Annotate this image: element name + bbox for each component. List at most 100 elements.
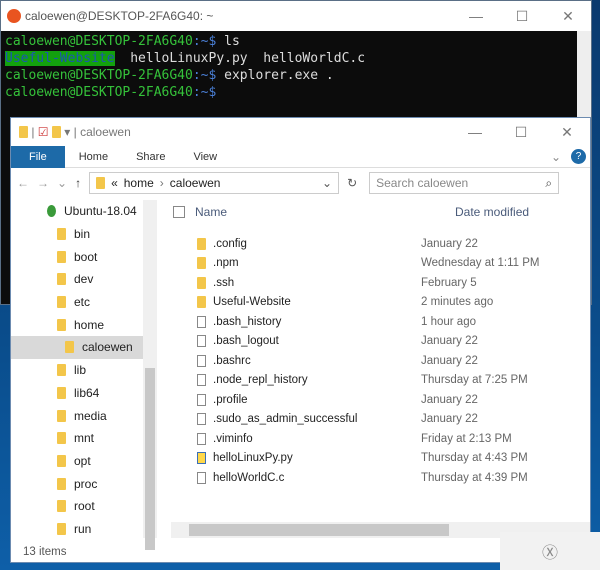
properties-icon[interactable]: ☑: [38, 125, 49, 139]
folder-icon: [57, 250, 66, 263]
folder-icon: [65, 341, 74, 354]
file-row[interactable]: helloWorldC.c Thursday at 4:39 PM: [171, 468, 590, 488]
sidebar-label: root: [74, 499, 95, 514]
sidebar-item[interactable]: lib: [11, 359, 143, 382]
minimize-button[interactable]: —: [452, 124, 498, 141]
file-date: January 22: [421, 237, 478, 250]
file-row[interactable]: .profile January 22: [171, 390, 590, 410]
maximize-button[interactable]: ☐: [498, 124, 544, 141]
sidebar-item[interactable]: Ubuntu-18.04: [11, 200, 143, 223]
sidebar-label: dev: [74, 272, 94, 287]
maximize-button[interactable]: ☐: [499, 8, 545, 25]
file-date: February 5: [421, 276, 477, 289]
folder-icon: [57, 386, 66, 399]
sidebar-label: home: [74, 317, 105, 332]
sidebar-label: mnt: [74, 431, 95, 446]
file-name: helloWorldC.c: [213, 471, 285, 484]
folder-icon: [197, 237, 206, 250]
sidebar-item[interactable]: run: [11, 518, 143, 541]
file-date: Friday at 2:13 PM: [421, 432, 512, 445]
file-row[interactable]: .ssh February 5: [171, 273, 590, 293]
prompt-path: :~$: [192, 68, 217, 83]
close-button[interactable]: ✕: [544, 124, 590, 141]
watermark-logo: Ⓧ: [500, 532, 600, 570]
new-folder-icon[interactable]: [51, 126, 61, 138]
file-row[interactable]: .node_repl_history Thursday at 7:25 PM: [171, 371, 590, 391]
file-row[interactable]: .config January 22: [171, 234, 590, 254]
sidebar-item[interactable]: proc: [11, 472, 143, 495]
tab-share[interactable]: Share: [122, 146, 179, 168]
sidebar-item[interactable]: boot: [11, 245, 143, 268]
back-icon[interactable]: ←: [17, 176, 29, 190]
close-button[interactable]: ✕: [545, 8, 591, 25]
forward-icon[interactable]: →: [37, 176, 49, 190]
terminal-titlebar: caloewen@DESKTOP-2FA6G40: ~ — ☐ ✕: [1, 1, 591, 31]
help-icon[interactable]: ?: [571, 149, 586, 164]
column-name[interactable]: Name: [195, 205, 455, 219]
sidebar-label: opt: [74, 453, 91, 468]
command: explorer.exe .: [216, 68, 334, 83]
select-all-checkbox[interactable]: [173, 206, 185, 218]
sidebar-item[interactable]: home: [11, 313, 143, 336]
file-row[interactable]: .sudo_as_admin_successful January 22: [171, 410, 590, 430]
sidebar-item[interactable]: bin: [11, 223, 143, 246]
address-dropdown-icon[interactable]: ⌄: [322, 176, 332, 190]
file-row[interactable]: .npm Wednesday at 1:11 PM: [171, 254, 590, 274]
quick-access-dropdown[interactable]: ▾: [64, 125, 70, 139]
sidebar-item[interactable]: dev: [11, 268, 143, 291]
sidebar-label: run: [74, 521, 92, 536]
sidebar-item[interactable]: media: [11, 404, 143, 427]
expand-ribbon-icon[interactable]: ⌄: [551, 150, 561, 164]
sidebar-item[interactable]: etc: [11, 291, 143, 314]
tab-view[interactable]: View: [179, 146, 231, 168]
file-row[interactable]: Useful-Website 2 minutes ago: [171, 293, 590, 313]
file-date: January 22: [421, 413, 478, 426]
sidebar-item[interactable]: caloewen: [11, 336, 143, 359]
ls-item: helloWorldC.c: [263, 51, 366, 66]
folder-icon: [57, 228, 66, 241]
terminal-line: caloewen@DESKTOP-2FA6G40:~$: [5, 84, 587, 101]
sidebar-scrollbar[interactable]: [143, 200, 157, 550]
column-date-modified[interactable]: Date modified: [455, 205, 529, 219]
breadcrumb-caloewen[interactable]: caloewen: [170, 176, 221, 190]
file-name: .config: [213, 237, 247, 250]
terminal-line: Useful-Website helloLinuxPy.py helloWorl…: [5, 50, 587, 67]
address-bar[interactable]: « home › caloewen ⌄: [89, 172, 340, 194]
explorer-titlebar: | ☑ ▾ | caloewen — ☐ ✕: [11, 118, 590, 146]
file-name: .sudo_as_admin_successful: [213, 413, 358, 426]
sidebar-item[interactable]: opt: [11, 450, 143, 473]
file-row[interactable]: .viminfo Friday at 2:13 PM: [171, 429, 590, 449]
sidebar-item[interactable]: lib64: [11, 382, 143, 405]
file-name: .bash_logout: [213, 335, 279, 348]
search-icon: ⌕: [545, 175, 553, 190]
breadcrumb-home[interactable]: home: [124, 176, 154, 190]
file-row[interactable]: .bash_logout January 22: [171, 332, 590, 352]
refresh-icon[interactable]: ↻: [347, 176, 357, 190]
file-name: Useful-Website: [213, 296, 291, 309]
ribbon-tabs: File Home Share View ⌄ ?: [11, 145, 590, 168]
folder-icon: [57, 296, 66, 309]
search-input[interactable]: Search caloewen ⌕: [369, 172, 560, 194]
file-date: January 22: [421, 354, 478, 367]
sidebar-item[interactable]: mnt: [11, 427, 143, 450]
folder-icon: [197, 276, 206, 289]
file-date: January 22: [421, 335, 478, 348]
explorer-window[interactable]: | ☑ ▾ | caloewen — ☐ ✕ File Home Share Vie…: [10, 117, 591, 563]
tab-file[interactable]: File: [11, 145, 65, 168]
terminal-line: caloewen@DESKTOP-2FA6G40:~$ ls: [5, 33, 587, 50]
up-icon[interactable]: ↑: [75, 176, 81, 190]
prompt-user: caloewen@DESKTOP-2FA6G40: [5, 68, 193, 83]
file-row[interactable]: helloLinuxPy.py Thursday at 4:43 PM: [171, 449, 590, 469]
terminal-output[interactable]: caloewen@DESKTOP-2FA6G40:~$ ls Useful-We…: [1, 31, 591, 103]
file-date: 2 minutes ago: [421, 296, 494, 309]
file-row[interactable]: .bash_history 1 hour ago: [171, 312, 590, 332]
recent-dropdown-icon[interactable]: ⌄: [57, 176, 67, 190]
tab-home[interactable]: Home: [65, 146, 122, 168]
breadcrumb-overflow[interactable]: «: [111, 176, 118, 190]
minimize-button[interactable]: —: [453, 8, 499, 25]
file-icon: [197, 335, 206, 348]
folder-icon: [19, 126, 28, 138]
sidebar-item[interactable]: root: [11, 495, 143, 518]
ls-item: Useful-Website: [5, 51, 115, 66]
file-row[interactable]: .bashrc January 22: [171, 351, 590, 371]
